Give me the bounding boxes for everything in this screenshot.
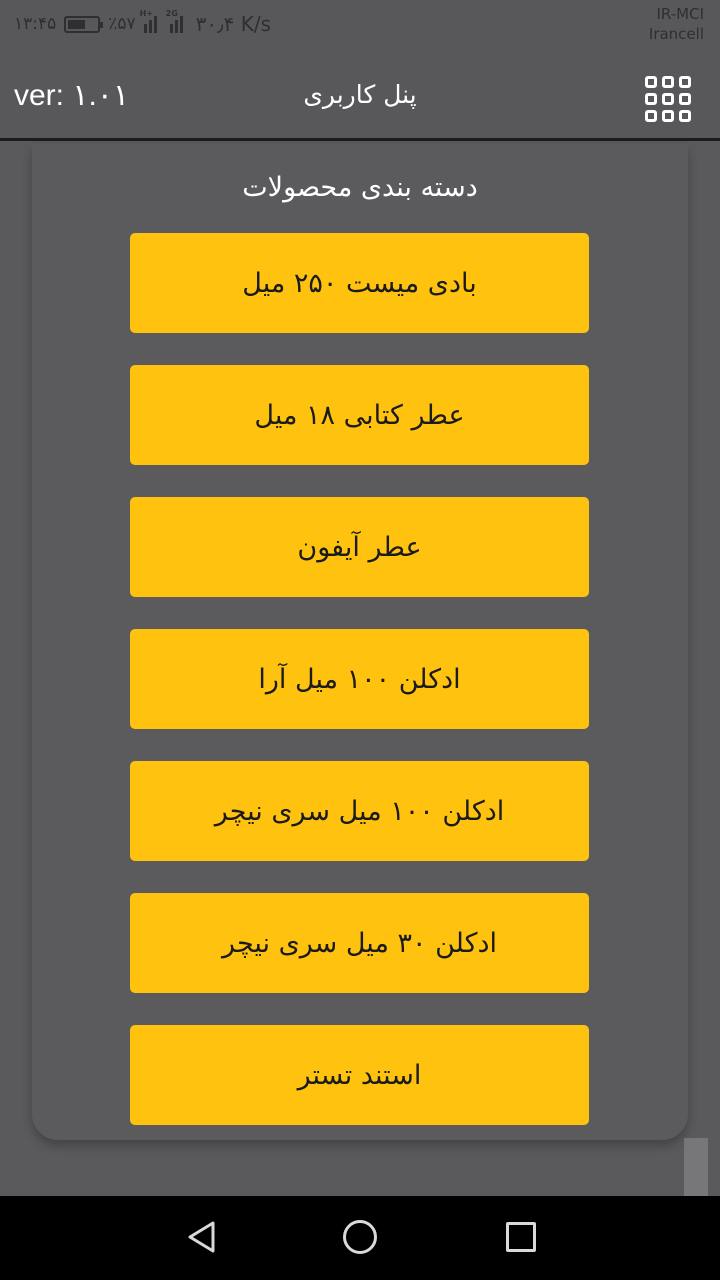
category-button-cologne-100-nature[interactable]: ادکلن ۱۰۰ میل سری نیچر bbox=[130, 761, 589, 861]
section-title: دسته بندی محصولات bbox=[242, 172, 478, 203]
carrier-2: Irancell bbox=[648, 25, 704, 43]
version-label: ver: ۱.۰۱ bbox=[14, 79, 130, 112]
categories-card: دسته بندی محصولات بادی میست ۲۵۰ میل عطر … bbox=[32, 144, 688, 1140]
category-button-cologne-100-ara[interactable]: ادکلن ۱۰۰ میل آرا bbox=[130, 629, 589, 729]
circle-home-icon[interactable] bbox=[343, 1220, 377, 1254]
app-bar: ver: ۱.۰۱ پنل کاربری bbox=[0, 48, 720, 141]
category-button-iphone-perfume[interactable]: عطر آیفون bbox=[130, 497, 589, 597]
battery-percent: ٪۵۷ bbox=[108, 14, 136, 34]
signal-icon: H+ bbox=[140, 9, 162, 33]
battery-icon bbox=[64, 15, 104, 33]
category-button-book-perfume[interactable]: عطر کتابی ۱۸ میل bbox=[130, 365, 589, 465]
page-title: پنل کاربری bbox=[303, 80, 417, 109]
status-bar: ۱۳:۴۵ ٪۵۷ H+ 2G ۳۰٫۴ K/s IR-MCI Irancell bbox=[0, 0, 720, 48]
category-button-tester-stand[interactable]: استند تستر bbox=[130, 1025, 589, 1125]
triangle-back-icon[interactable] bbox=[186, 1220, 216, 1254]
grid-menu-icon[interactable] bbox=[645, 76, 691, 122]
category-button-cologne-30-nature[interactable]: ادکلن ۳۰ میل سری نیچر bbox=[130, 893, 589, 993]
network-type-label: H+ bbox=[139, 9, 154, 18]
signal-icon-2: 2G bbox=[166, 9, 188, 33]
status-left-group: ۱۳:۴۵ ٪۵۷ H+ 2G ۳۰٫۴ K/s bbox=[14, 8, 271, 40]
carrier-names: IR-MCI Irancell bbox=[649, 4, 704, 44]
category-button-body-mist[interactable]: بادی میست ۲۵۰ میل bbox=[130, 233, 589, 333]
square-recents-icon[interactable] bbox=[506, 1222, 536, 1252]
navigation-bar bbox=[0, 1196, 720, 1280]
status-time: ۱۳:۴۵ bbox=[14, 14, 57, 34]
network-type-label-2: 2G bbox=[165, 9, 178, 18]
network-speed: ۳۰٫۴ K/s bbox=[195, 12, 272, 36]
carrier-1: IR-MCI bbox=[656, 5, 705, 23]
